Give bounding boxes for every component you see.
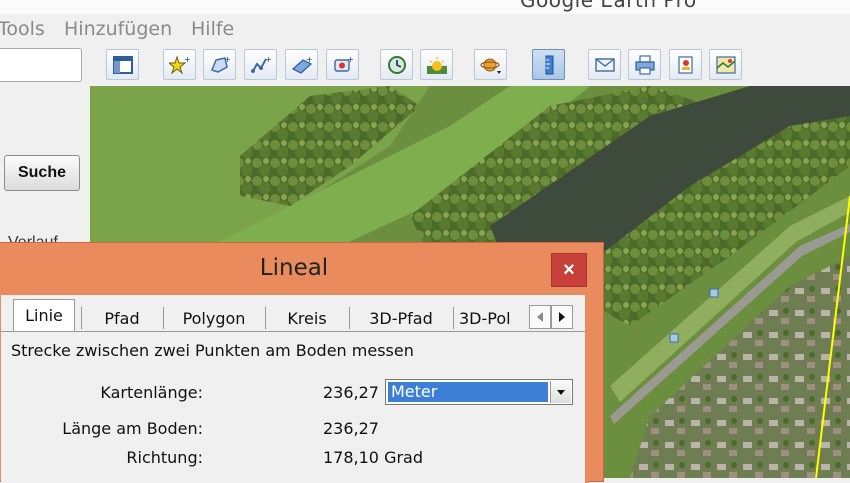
- svg-text:+: +: [184, 55, 191, 64]
- chevron-right-icon: [559, 312, 565, 322]
- historical-imagery-button[interactable]: [380, 49, 413, 80]
- toolbar: + + + + +: [0, 44, 850, 87]
- print-icon: [634, 54, 655, 75]
- map-length-label: Kartenlänge:: [100, 383, 203, 402]
- placemark-icon: +: [168, 55, 191, 74]
- tab-separator: [265, 307, 266, 329]
- image-overlay-icon: +: [291, 55, 313, 74]
- chevron-down-icon: [557, 390, 565, 395]
- tab-3d-polygon[interactable]: 3D-Pol: [459, 305, 529, 331]
- dialog-title: Lineal: [259, 255, 329, 281]
- ground-length-value: 236,27: [323, 419, 379, 438]
- svg-text:+: +: [265, 55, 272, 64]
- record-tour-button[interactable]: +: [326, 49, 359, 80]
- tab-separator: [349, 307, 350, 329]
- svg-text:+: +: [306, 55, 313, 64]
- tab-separator: [81, 307, 82, 329]
- historical-imagery-icon: [387, 55, 406, 74]
- close-icon: ×: [563, 258, 575, 281]
- sidebar-toggle-button[interactable]: [106, 49, 139, 80]
- unit-dropdown-button[interactable]: [550, 381, 571, 403]
- save-image-button[interactable]: [669, 49, 702, 80]
- tab-pfad[interactable]: Pfad: [85, 305, 159, 331]
- ruler-button[interactable]: [532, 49, 565, 80]
- svg-text:+: +: [347, 55, 354, 64]
- email-button[interactable]: [588, 49, 621, 80]
- tab-polygon[interactable]: Polygon: [167, 305, 261, 331]
- menu-hilfe[interactable]: Hilfe: [191, 18, 234, 40]
- tab-kreis[interactable]: Kreis: [269, 305, 345, 331]
- add-placemark-button[interactable]: +: [163, 49, 196, 80]
- tab-divider: [1, 331, 587, 332]
- close-button[interactable]: ×: [551, 253, 587, 287]
- app-title: Google Earth Pro: [520, 0, 697, 12]
- menu-hinzufuegen[interactable]: Hinzufügen: [64, 18, 172, 40]
- add-image-overlay-button[interactable]: +: [285, 49, 318, 80]
- ground-length-label: Länge am Boden:: [62, 419, 203, 438]
- tab-3d-pfad[interactable]: 3D-Pfad: [353, 305, 449, 331]
- path-icon: +: [250, 55, 272, 73]
- tab-separator: [163, 307, 164, 329]
- tab-separator: [453, 307, 454, 329]
- unit-select[interactable]: Meter: [385, 379, 573, 405]
- menu-bar: Tools Hinzufügen Hilfe: [0, 14, 850, 44]
- print-button[interactable]: [628, 49, 661, 80]
- tab-linie[interactable]: Linie: [13, 299, 75, 331]
- record-tour-icon: +: [333, 55, 354, 72]
- unit-select-value: Meter: [388, 382, 548, 402]
- save-image-icon: [677, 55, 693, 74]
- ruler-dialog: Lineal × Linie Pfad Polygon Kreis 3D-Pfa…: [0, 242, 604, 483]
- map-length-value: 236,27: [323, 383, 379, 402]
- planets-icon: [479, 58, 501, 74]
- sunlight-button[interactable]: [420, 49, 453, 80]
- svg-text:+: +: [224, 55, 231, 64]
- sidebar-toggle-icon: [112, 55, 133, 74]
- measure-description: Strecke zwischen zwei Punkten am Boden m…: [11, 341, 414, 360]
- polygon-icon: +: [210, 55, 231, 73]
- ruler-icon: [545, 55, 553, 74]
- view-in-maps-icon: [715, 55, 736, 74]
- add-polygon-button[interactable]: +: [203, 49, 236, 80]
- dialog-body: Linie Pfad Polygon Kreis 3D-Pfad 3D-Pol …: [1, 295, 587, 483]
- heading-value: 178,10 Grad: [323, 448, 424, 467]
- search-button[interactable]: Suche: [4, 155, 80, 191]
- add-path-button[interactable]: +: [244, 49, 277, 80]
- email-icon: [594, 57, 615, 72]
- dialog-frame-edge: [585, 295, 589, 483]
- switch-planet-button[interactable]: [474, 49, 507, 80]
- menu-tools[interactable]: Tools: [0, 18, 45, 40]
- window-title-bar: Google Earth Pro: [0, 0, 850, 15]
- tab-strip: Linie Pfad Polygon Kreis 3D-Pfad 3D-Pol: [1, 295, 587, 332]
- chevron-left-icon: [537, 312, 543, 322]
- sunlight-icon: [426, 56, 447, 74]
- view-in-maps-button[interactable]: [709, 49, 742, 80]
- search-input[interactable]: [0, 48, 82, 82]
- tab-scroll-left-button[interactable]: [529, 305, 551, 329]
- tab-scroll-right-button[interactable]: [551, 305, 573, 329]
- heading-label: Richtung:: [126, 448, 203, 467]
